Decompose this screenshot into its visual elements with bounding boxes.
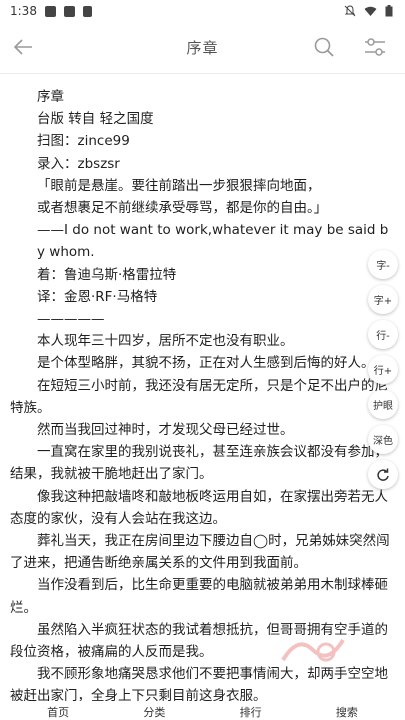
font-larger-button[interactable]: 字+ [368, 285, 398, 314]
nav-category[interactable]: 分类 [143, 704, 165, 720]
text-paragraph: 译：金恩·RF·马格特 [37, 288, 158, 305]
text-paragraph: 序章 [37, 89, 64, 105]
refresh-icon [377, 468, 389, 481]
text-paragraph: 录入：zbszsr [37, 155, 120, 172]
status-bar-right [344, 5, 393, 17]
text-paragraph: 「眼前是悬崖。要往前踏出一步狠狠摔向地面， [37, 177, 321, 194]
line-spacing-larger-button[interactable]: 行+ [368, 355, 398, 384]
text-paragraph: 台版 转自 轻之国度 [37, 111, 154, 128]
app-bar: 序章 [0, 22, 405, 74]
text-paragraph: 葬礼当天，我正在房间里边下腰边自◯时，兄弟姊妹突然闯了进来，把通告断绝亲属关系的… [10, 533, 390, 572]
arrow-left-icon [13, 39, 32, 55]
battery-icon [385, 5, 393, 17]
side-button-label: 行+ [373, 366, 393, 377]
notification-icon [44, 5, 56, 17]
text-paragraph: 然而当我回过神时，才发现父母已经过世。 [37, 422, 294, 439]
side-button-label: 字- [376, 261, 390, 272]
text-paragraph: 着：鲁迪乌斯·格雷拉特 [37, 266, 177, 283]
text-paragraph: 当作没看到后，比生命更重要的电脑就被弟弟用木制球棒砸烂。 [10, 577, 388, 616]
text-paragraph: 是个体型略胖，其貌不扬，正在对人生感到后悔的好人。 [37, 355, 375, 372]
reader-side-controls: 字- 字+ 行- 行+ 护眼深色 [368, 250, 398, 489]
search-button[interactable] [313, 36, 335, 58]
mute-bell-icon [344, 5, 356, 17]
side-button-label: 字+ [373, 296, 393, 307]
back-button[interactable] [10, 34, 36, 60]
text-paragraph: ——I do not want to work,whatever it may … [37, 222, 389, 261]
line-spacing-smaller-button[interactable]: 行- [368, 320, 398, 349]
nav-search[interactable]: 搜索 [336, 704, 358, 720]
sliders-icon [365, 38, 385, 56]
text-paragraph: ————— [37, 311, 105, 328]
text-paragraph: 本人现年三十四岁，居所不定也没有职业。 [37, 333, 294, 350]
text-paragraph: 或者想裹足不前继续承受辱骂，都是你的自由。」 [37, 200, 328, 217]
status-time: 1:38 [10, 4, 37, 18]
status-bar: 1:38 [0, 0, 405, 22]
side-button-label: 深色 [373, 436, 393, 447]
nav-ranking[interactable]: 排行 [240, 704, 262, 720]
page-title: 序章 [186, 39, 219, 57]
eye-care-button[interactable]: 护眼 [368, 390, 398, 419]
text-paragraph: 在短短三小时前，我还没有居无定所，只是个足不出户的尼特族。 [10, 377, 388, 416]
font-smaller-button[interactable]: 字- [368, 250, 398, 279]
dark-mode-button[interactable]: 深色 [368, 425, 398, 454]
bottom-nav: 首页 分类 排行 搜索 [0, 702, 405, 720]
settings-button[interactable] [363, 36, 387, 58]
status-bar-left: 1:38 [10, 4, 92, 18]
text-paragraph: 我不顾形象地痛哭恳求他们不要把事情闹大，却两手空空地被赶出家门，全身上下只剩目前… [10, 666, 388, 701]
nav-home[interactable]: 首页 [47, 704, 69, 720]
text-paragraph: 一直窝在家里的我别说丧礼，甚至连亲族会议都没有参加，结果，我就被干脆地赶出了家门… [10, 444, 388, 483]
download-icon [82, 5, 92, 17]
text-paragraph: 扫图：zince99 [37, 133, 130, 150]
text-paragraph: 像我这种把敲墙咚和敲地板咚运用自如，在家摆出旁若无人态度的家伙，没有人会站在我这… [10, 488, 388, 527]
side-button-label: 行- [376, 331, 390, 342]
side-button-label: 护眼 [373, 401, 393, 412]
refresh-button[interactable] [368, 460, 398, 489]
wifi-icon [364, 6, 377, 16]
gallery-icon [63, 5, 75, 17]
chapter-text: 序章台版 转自 轻之国度 扫图：zince99 录入：zbszsr 「眼前是悬崖。要往… [10, 86, 395, 701]
text-paragraph: 虽然陷入半疯狂状态的我试着想抵抗，但哥哥拥有空手道的段位资格，被痛扁的人反而是我… [10, 621, 388, 661]
search-icon [314, 37, 334, 57]
